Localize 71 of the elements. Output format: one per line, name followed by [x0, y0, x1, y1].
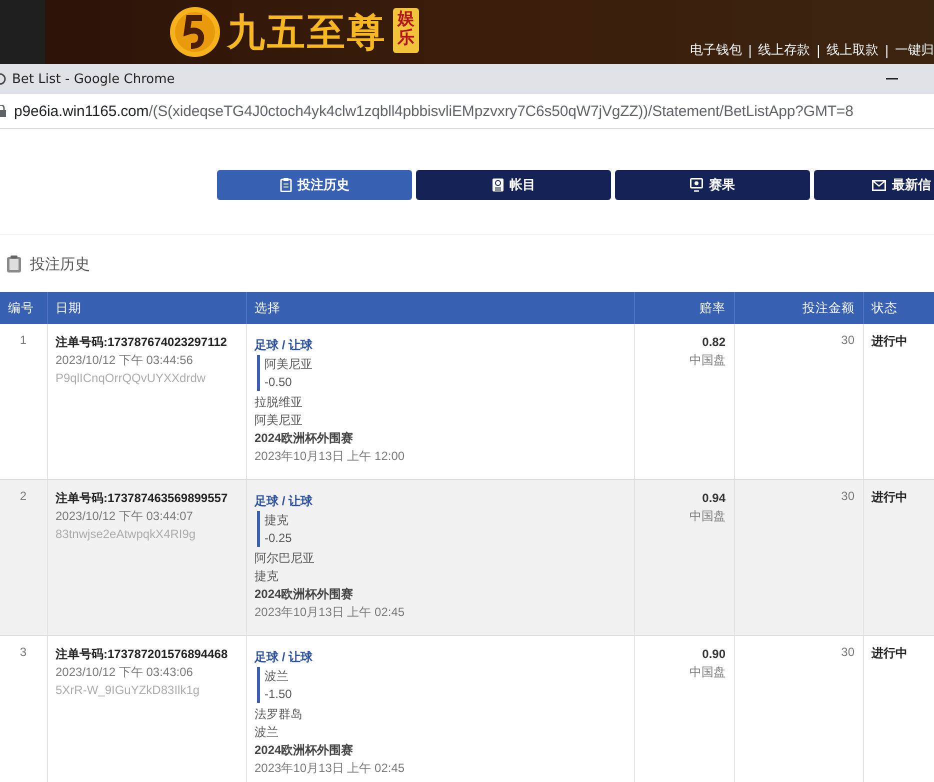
- selected-team: 捷克: [264, 512, 290, 529]
- nav-tab[interactable]: 帐目: [416, 170, 611, 200]
- league-name: 2024欧洲杯外围赛: [254, 430, 354, 447]
- row-number: 2: [0, 480, 47, 636]
- handicap-value: -0.50: [264, 374, 293, 391]
- home-team: 阿尔巴尼亚: [254, 550, 316, 567]
- separator-text: |: [884, 44, 889, 59]
- handicap-value: -0.25: [264, 530, 293, 547]
- odds-value: 0.90: [701, 646, 726, 663]
- brand-name: 九五至尊: [227, 8, 387, 56]
- nav-tab[interactable]: 最新信: [814, 170, 934, 200]
- placed-time: 2023/10/12 下午 03:44:56: [56, 352, 194, 369]
- nav-tab[interactable]: 赛果: [615, 170, 810, 200]
- away-team: 捷克: [254, 568, 280, 585]
- row-number: 3: [0, 636, 47, 782]
- ticket-number: 注单号码:173787201576894468: [56, 646, 229, 663]
- url-field[interactable]: p9e6ia.win1165.com/(S(xideqseTG4J0ctoch4yk4clw1zqbll4pbbisvliEMpzvxry7C6s50qW7jVgZZ))/Statement/BetListApp?GMT=8: [14, 102, 854, 120]
- nav-tab[interactable]: 投注历史: [217, 170, 412, 200]
- clipboard-icon: [6, 255, 22, 273]
- odds-value: 0.82: [701, 334, 726, 351]
- league-name: 2024欧洲杯外围赛: [254, 742, 354, 759]
- kickoff-time: 2023年10月13日 上午 02:45: [254, 760, 406, 777]
- ticket-number: 注单号码:173787463569899557: [56, 490, 229, 507]
- header-link[interactable]: 一键归: [895, 41, 934, 59]
- market-type: 足球 / 让球: [254, 649, 314, 666]
- dark-panel: [0, 0, 45, 64]
- column-header[interactable]: 赔率: [634, 292, 734, 324]
- stake-amount: 30: [734, 636, 863, 782]
- reference-code: 5XrR-W_9IGuYZkD83Ilk1g: [56, 682, 201, 699]
- column-header[interactable]: 投注金额: [734, 292, 863, 324]
- market-type: 足球 / 让球: [254, 337, 314, 354]
- placed-time: 2023/10/12 下午 03:44:07: [56, 508, 194, 525]
- away-team: 阿美尼亚: [254, 412, 304, 429]
- selected-team: 波兰: [264, 668, 290, 685]
- stake-amount: 30: [734, 480, 863, 636]
- ticket-number: 注单号码:173787674023297112: [56, 334, 228, 351]
- handicap-value: -1.50: [264, 686, 293, 703]
- odds-value: 0.94: [701, 490, 726, 507]
- clipboard-icon: [280, 178, 292, 192]
- odds-type: 中国盘: [688, 508, 726, 525]
- scoreboard-icon: [690, 178, 703, 192]
- home-team: 拉脱维亚: [254, 394, 304, 411]
- column-header[interactable]: 日期: [47, 292, 246, 324]
- column-header[interactable]: 编号: [0, 292, 47, 324]
- league-name: 2024欧洲杯外围赛: [254, 586, 354, 603]
- column-header[interactable]: 状态: [863, 292, 934, 324]
- odds-type: 中国盘: [688, 352, 726, 369]
- separator-text: |: [816, 44, 821, 59]
- placed-time: 2023/10/12 下午 03:43:06: [56, 664, 194, 681]
- brand-tag: 娱乐: [393, 8, 419, 54]
- kickoff-time: 2023年10月13日 上午 02:45: [254, 604, 406, 621]
- window-title: Bet List - Google Chrome: [12, 72, 175, 86]
- bet-status: 进行中: [863, 636, 934, 782]
- separator-text: |: [748, 44, 752, 59]
- away-team: 波兰: [254, 724, 280, 741]
- header-link[interactable]: 线上存款: [758, 41, 810, 59]
- reference-code: P9qlICnqOrrQQvUYXXdrdw: [56, 370, 207, 387]
- column-header[interactable]: 选择: [246, 292, 634, 324]
- logo-icon: [169, 6, 221, 58]
- header-link[interactable]: 线上取款: [826, 41, 879, 59]
- minimize-icon[interactable]: [886, 78, 898, 80]
- home-team: 法罗群岛: [254, 706, 304, 723]
- reference-code: 83tnwjse2eAtwpqkX4RI9g: [56, 526, 197, 543]
- header-link[interactable]: 电子钱包: [690, 41, 742, 59]
- bet-status: 进行中: [863, 480, 934, 636]
- selected-team: 阿美尼亚: [264, 356, 314, 373]
- section-title: 投注历史: [30, 254, 90, 274]
- odds-type: 中国盘: [688, 664, 726, 681]
- document-icon: [492, 178, 504, 192]
- market-type: 足球 / 让球: [254, 493, 314, 510]
- kickoff-time: 2023年10月13日 上午 12:00: [254, 448, 406, 465]
